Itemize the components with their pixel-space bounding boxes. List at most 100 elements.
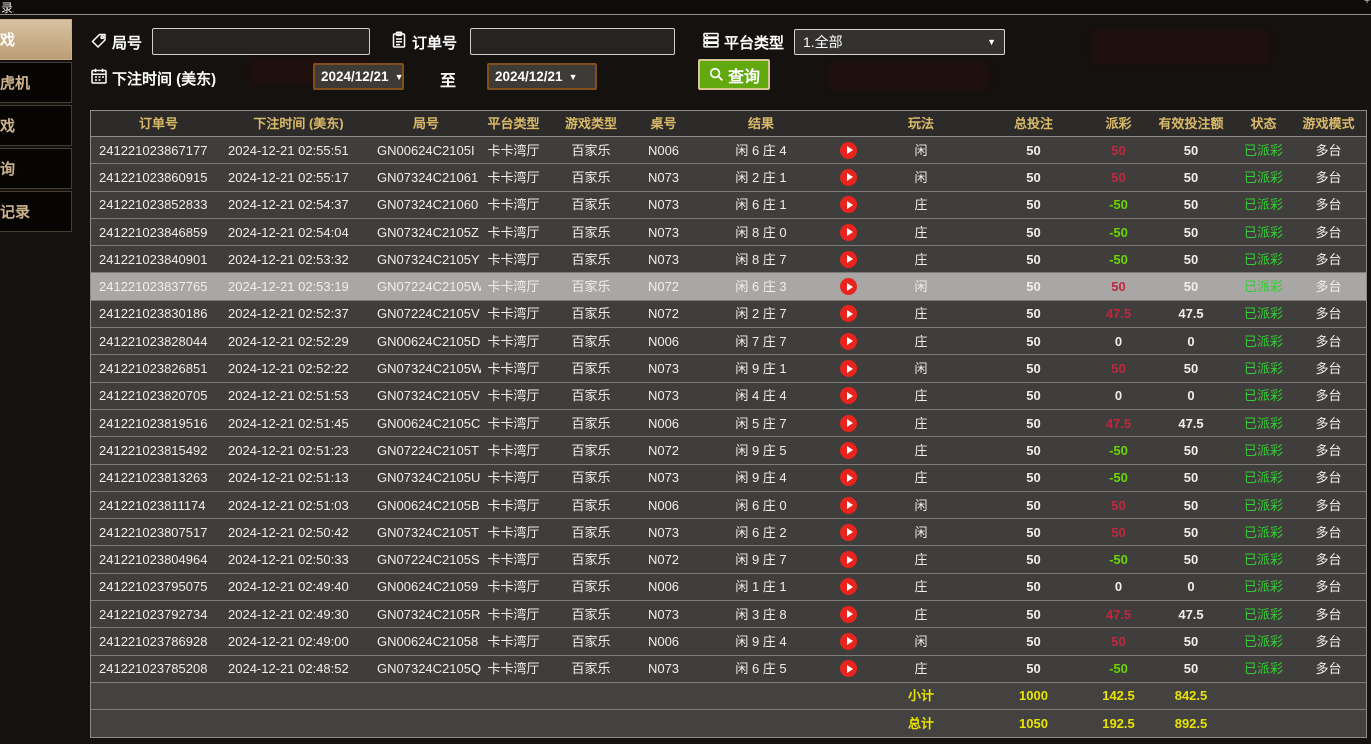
play-icon[interactable] (840, 387, 857, 404)
payout: 0 (1091, 580, 1146, 593)
status-badge: 已派彩 (1236, 417, 1291, 430)
sidebar-item-records[interactable]: 记录 (0, 191, 72, 232)
table-row[interactable]: 241221023828044 2024-12-21 02:52:29 GN00… (91, 328, 1366, 355)
play-icon[interactable] (840, 660, 857, 677)
header-cell: 桌号 (636, 117, 691, 130)
play-icon[interactable] (840, 251, 857, 268)
table-row[interactable]: 241221023813263 2024-12-21 02:51:13 GN07… (91, 465, 1366, 492)
order-number: 241221023811174 (91, 499, 226, 512)
table-row[interactable]: 241221023795075 2024-12-21 02:49:40 GN00… (91, 574, 1366, 601)
table-row[interactable]: 241221023830186 2024-12-21 02:52:37 GN07… (91, 301, 1366, 328)
play-icon[interactable] (840, 551, 857, 568)
play-cell (831, 387, 866, 404)
order-number: 241221023867177 (91, 144, 226, 157)
valid-bet: 50 (1146, 662, 1236, 675)
game-mode: 多台 (1291, 662, 1366, 675)
table-row[interactable]: 241221023792734 2024-12-21 02:49:30 GN07… (91, 601, 1366, 628)
table-row[interactable]: 241221023820705 2024-12-21 02:51:53 GN07… (91, 383, 1366, 410)
header-cell: 订单号 (91, 117, 226, 130)
game-mode: 多台 (1291, 198, 1366, 211)
platform-type: 卡卡湾厅 (481, 608, 546, 621)
date-to-picker[interactable]: 2024/12/21 ▼ (487, 63, 597, 90)
game-type: 百家乐 (546, 171, 636, 184)
table-row[interactable]: 241221023826851 2024-12-21 02:52:22 GN07… (91, 355, 1366, 382)
valid-bet: 50 (1146, 171, 1236, 184)
table-row[interactable]: 241221023840901 2024-12-21 02:53:32 GN07… (91, 246, 1366, 273)
close-icon[interactable]: + (1364, 0, 1370, 7)
round-id: GN07324C2105Y (371, 253, 481, 266)
play-icon[interactable] (840, 360, 857, 377)
table-row[interactable]: 241221023815492 2024-12-21 02:51:23 GN07… (91, 437, 1366, 464)
result: 闲 8 庄 0 (691, 226, 831, 239)
table-row[interactable]: 241221023837765 2024-12-21 02:53:19 GN07… (91, 273, 1366, 300)
play-icon[interactable] (840, 469, 857, 486)
table-row[interactable]: 241221023785208 2024-12-21 02:48:52 GN07… (91, 656, 1366, 683)
play-icon[interactable] (840, 169, 857, 186)
play-icon[interactable] (840, 578, 857, 595)
table-row[interactable]: 241221023860915 2024-12-21 02:55:17 GN07… (91, 164, 1366, 191)
play-cell (831, 551, 866, 568)
table-row[interactable]: 241221023786928 2024-12-21 02:49:00 GN00… (91, 628, 1366, 655)
platform-type: 卡卡湾厅 (481, 144, 546, 157)
game-mode: 多台 (1291, 635, 1366, 648)
header-cell: 游戏类型 (546, 117, 636, 130)
round-number-label: 局号 (112, 32, 142, 53)
game-mode: 多台 (1291, 307, 1366, 320)
total-bet: 50 (976, 226, 1091, 239)
header-cell: 局号 (371, 117, 481, 130)
table-row[interactable]: 241221023846859 2024-12-21 02:54:04 GN07… (91, 219, 1366, 246)
status-badge: 已派彩 (1236, 362, 1291, 375)
sidebar-item-live-games[interactable]: 戏 (0, 19, 72, 60)
play-icon[interactable] (840, 196, 857, 213)
sidebar-item-games[interactable]: 戏 (0, 105, 72, 146)
search-button[interactable]: 查询 (698, 59, 770, 90)
platform-select[interactable]: 1.全部 ▼ (794, 29, 1005, 55)
valid-bet: 47.5 (1146, 608, 1236, 621)
total-bet: 50 (976, 253, 1091, 266)
order-number-label: 订单号 (412, 32, 457, 53)
date-from-picker[interactable]: 2024/12/21 ▼ (313, 63, 404, 90)
game-type: 百家乐 (546, 253, 636, 266)
payout: 50 (1091, 526, 1146, 539)
status-badge: 已派彩 (1236, 526, 1291, 539)
play-icon[interactable] (840, 333, 857, 350)
platform-type: 卡卡湾厅 (481, 444, 546, 457)
status-badge: 已派彩 (1236, 226, 1291, 239)
play-icon[interactable] (840, 142, 857, 159)
bet-type: 闲 (866, 144, 976, 157)
sidebar-item-slots[interactable]: 虎机 (0, 62, 72, 103)
play-icon[interactable] (840, 633, 857, 650)
round-id: GN00624C21058 (371, 635, 481, 648)
bet-time: 2024-12-21 02:52:22 (226, 362, 371, 375)
table-row[interactable]: 241221023852833 2024-12-21 02:54:37 GN07… (91, 192, 1366, 219)
table-row[interactable]: 241221023867177 2024-12-21 02:55:51 GN00… (91, 137, 1366, 164)
bet-time: 2024-12-21 02:50:42 (226, 526, 371, 539)
payout: 50 (1091, 280, 1146, 293)
search-button-label: 查询 (728, 63, 760, 87)
game-mode: 多台 (1291, 526, 1366, 539)
play-icon[interactable] (840, 224, 857, 241)
play-icon[interactable] (840, 497, 857, 514)
game-mode: 多台 (1291, 471, 1366, 484)
play-icon[interactable] (840, 442, 857, 459)
order-number-input[interactable] (470, 28, 675, 55)
play-icon[interactable] (840, 415, 857, 432)
round-id: GN07224C2105S (371, 553, 481, 566)
table-row[interactable]: 241221023811174 2024-12-21 02:51:03 GN00… (91, 492, 1366, 519)
round-number-input[interactable] (152, 28, 370, 55)
table-row[interactable]: 241221023804964 2024-12-21 02:50:33 GN07… (91, 546, 1366, 573)
table-row[interactable]: 241221023807517 2024-12-21 02:50:42 GN07… (91, 519, 1366, 546)
play-icon[interactable] (840, 305, 857, 322)
sidebar-item-label: 询 (0, 158, 15, 179)
play-icon[interactable] (840, 278, 857, 295)
play-icon[interactable] (840, 524, 857, 541)
game-type: 百家乐 (546, 608, 636, 621)
bet-type: 闲 (866, 280, 976, 293)
game-type: 百家乐 (546, 471, 636, 484)
platform-select-value: 1.全部 (803, 32, 843, 52)
game-type: 百家乐 (546, 499, 636, 512)
sidebar-item-query[interactable]: 询 (0, 148, 72, 189)
play-icon[interactable] (840, 606, 857, 623)
result: 闲 5 庄 7 (691, 417, 831, 430)
table-row[interactable]: 241221023819516 2024-12-21 02:51:45 GN00… (91, 410, 1366, 437)
